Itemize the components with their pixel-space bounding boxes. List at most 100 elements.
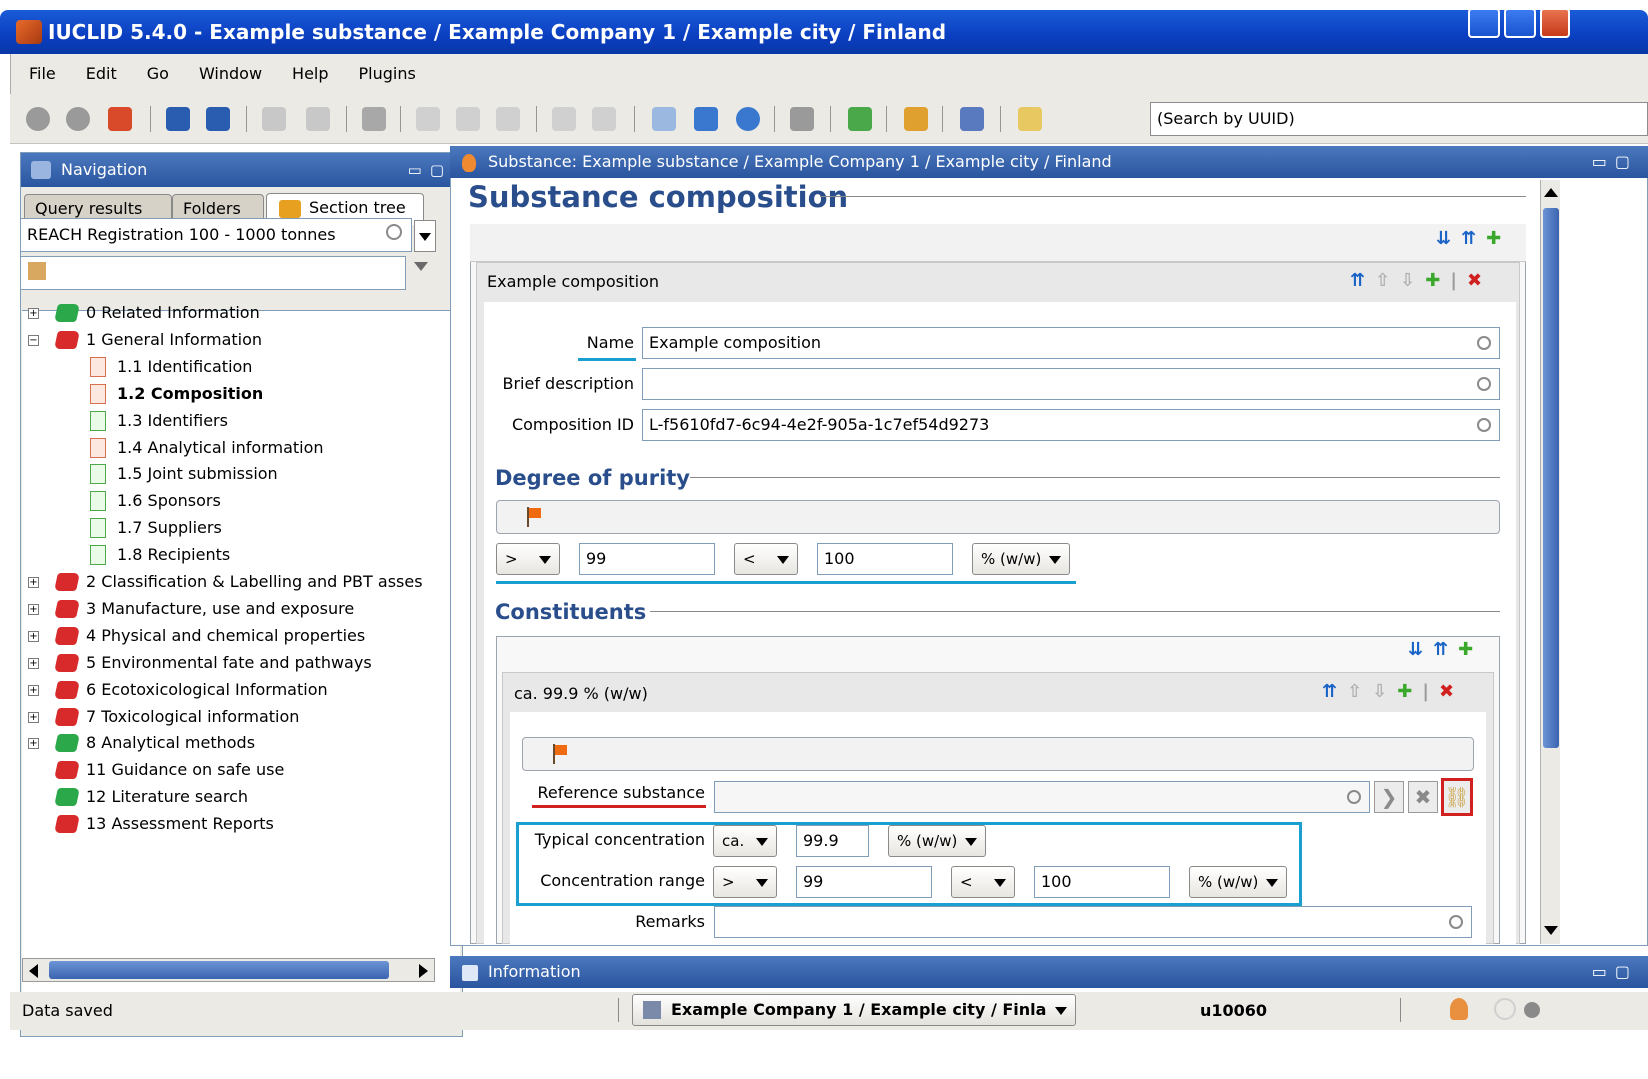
reference-clear-button[interactable]: ✖ (1408, 781, 1438, 813)
save-icon[interactable] (166, 107, 190, 131)
preview-icon[interactable] (306, 107, 330, 131)
section-book-icon (54, 761, 80, 780)
reference-search-icon[interactable] (1347, 790, 1361, 804)
expand-icon[interactable]: + (28, 308, 39, 319)
filter-dropdown-icon[interactable] (414, 262, 428, 271)
range-unit-select[interactable]: % (w/w) (1189, 866, 1287, 898)
document-icon (90, 545, 106, 566)
expand-icon[interactable]: + (28, 684, 39, 696)
menu-file[interactable]: File (11, 54, 68, 83)
name-search-icon[interactable] (1477, 336, 1491, 350)
paste-icon[interactable] (496, 107, 520, 131)
typical-unit-select[interactable]: % (w/w) (888, 825, 986, 857)
forward-icon[interactable] (66, 107, 90, 131)
composition-id-field[interactable]: L-f5610fd7-6c94-4e2f-905a-1c7ef54d9273 (642, 409, 1500, 441)
editor-scroll-thumb[interactable] (1543, 208, 1559, 748)
range-lower-qualifier[interactable]: > (713, 866, 777, 898)
purity-lower-qualifier[interactable]: > (496, 543, 560, 575)
range-lower-value[interactable]: 99 (796, 866, 932, 898)
company-select[interactable]: Example Company 1 / Example city / Finla (632, 994, 1076, 1026)
name-field[interactable]: Example composition (642, 327, 1500, 359)
expand-icon[interactable]: + (28, 630, 39, 642)
info-icon[interactable] (694, 107, 718, 131)
section-book-icon (54, 626, 80, 645)
typical-value-input[interactable]: 99.9 (796, 825, 869, 857)
export-icon[interactable] (904, 107, 928, 131)
purity-lower-value[interactable]: 99 (579, 543, 715, 575)
menu-help[interactable]: Help (274, 54, 340, 83)
back-icon[interactable] (26, 107, 50, 131)
filter-field[interactable] (20, 256, 406, 290)
filter-icon[interactable] (28, 262, 46, 280)
concentration-range-label: Concentration range (540, 871, 705, 890)
expand-icon[interactable]: + (28, 711, 39, 723)
print-icon[interactable] (362, 107, 386, 131)
range-upper-value[interactable]: 100 (1034, 866, 1170, 898)
template-select[interactable]: REACH Registration 100 - 1000 tonnes (20, 218, 412, 252)
save-all-icon[interactable] (206, 107, 230, 131)
remarks-field[interactable] (714, 906, 1472, 938)
database-icon[interactable] (960, 107, 984, 131)
reference-substance-field[interactable] (714, 781, 1370, 813)
section-book-icon (54, 573, 80, 591)
notes-icon[interactable] (1018, 107, 1042, 131)
flag-icon[interactable] (527, 507, 543, 527)
remarks-label: Remarks (635, 912, 705, 931)
template-search-icon[interactable] (386, 224, 402, 240)
purity-unit-select[interactable]: % (w/w) (972, 543, 1070, 575)
document-icon (90, 518, 106, 539)
edit-icon[interactable] (262, 107, 286, 131)
menu-go[interactable]: Go (129, 54, 181, 83)
composition-block-actions[interactable]: ⇈⇧⇩✚|✖ (1350, 270, 1492, 291)
tree-horizontal-scrollbar[interactable] (22, 958, 435, 982)
brief-description-field[interactable] (642, 368, 1500, 400)
document-icon (90, 437, 106, 458)
purity-upper-value[interactable]: 100 (817, 543, 953, 575)
users-icon[interactable] (848, 107, 872, 131)
menu-plugins[interactable]: Plugins (341, 54, 428, 83)
range-upper-qualifier[interactable]: < (951, 866, 1015, 898)
help-icon[interactable] (736, 107, 760, 131)
template-dropdown-button[interactable] (414, 220, 436, 252)
section-book-icon (54, 680, 80, 699)
close-window-button[interactable] (1540, 8, 1570, 38)
undo-icon[interactable] (552, 107, 576, 131)
cut-icon[interactable] (416, 107, 440, 131)
constituent-flag-icon[interactable] (553, 744, 569, 764)
remarks-search-icon[interactable] (1449, 915, 1463, 929)
panel-minmax-icon[interactable]: ▭▢ (408, 153, 452, 187)
information-title: Information (488, 962, 581, 981)
editor-vertical-scrollbar[interactable] (1540, 180, 1560, 944)
constituents-expand-add-icons[interactable]: ⇊⇈✚ (1408, 639, 1483, 660)
maximize-button[interactable] (1504, 8, 1536, 38)
typical-qualifier-select[interactable]: ca. (713, 825, 777, 857)
home-icon[interactable] (108, 107, 132, 131)
information-panel-header[interactable]: Information ▭▢ (450, 956, 1648, 988)
document-icon[interactable] (652, 107, 676, 131)
menu-edit[interactable]: Edit (68, 54, 129, 83)
redo-icon[interactable] (592, 107, 616, 131)
expand-icon[interactable]: + (28, 657, 39, 669)
uuid-search-input[interactable]: (Search by UUID) (1150, 102, 1648, 136)
degree-of-purity-title: Degree of purity (495, 466, 690, 490)
purity-upper-qualifier[interactable]: < (734, 543, 798, 575)
expand-collapse-add-icons[interactable]: ⇊⇈✚ (1436, 228, 1511, 249)
minimize-button[interactable] (1468, 8, 1500, 38)
constituent-flag-bar (522, 737, 1474, 771)
reference-link-button[interactable]: ⛓ (1441, 778, 1473, 816)
tree-item-label: 4 Physical and chemical properties (86, 625, 366, 645)
reference-goto-button[interactable]: ❯ (1374, 781, 1404, 813)
compid-search-icon[interactable] (1477, 418, 1491, 432)
copy-icon[interactable] (456, 107, 480, 131)
editor-minmax-icon[interactable]: ▭▢ (1592, 146, 1638, 178)
view-icon[interactable] (790, 107, 814, 131)
collapse-icon[interactable]: − (28, 334, 39, 346)
information-minmax-icon[interactable]: ▭▢ (1592, 956, 1638, 988)
menu-window[interactable]: Window (181, 54, 274, 83)
expand-icon[interactable]: + (28, 603, 39, 615)
expand-icon[interactable]: + (28, 738, 39, 750)
brief-search-icon[interactable] (1477, 377, 1491, 391)
user-icon[interactable] (1450, 998, 1468, 1020)
constituent-block-actions[interactable]: ⇈⇧⇩✚|✖ (1322, 681, 1464, 702)
expand-icon[interactable]: + (28, 577, 39, 588)
